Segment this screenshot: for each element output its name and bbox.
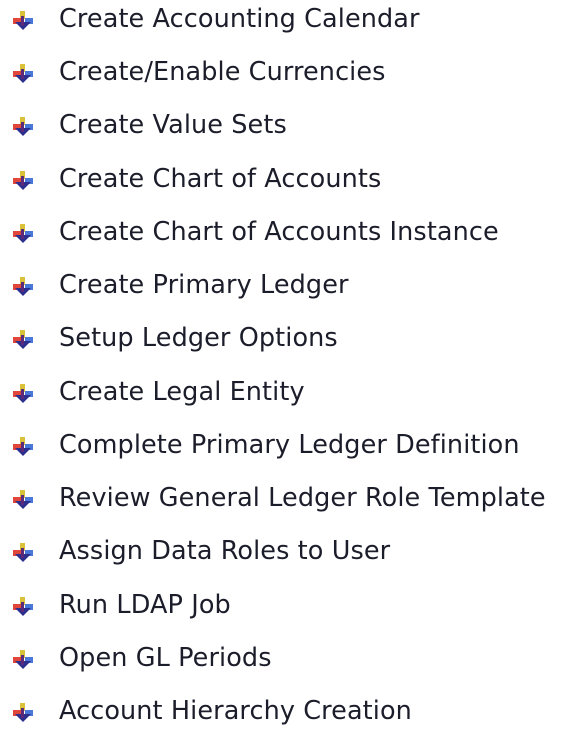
list-item: Run LDAP Job xyxy=(0,580,587,633)
down-arrow-bullet-icon xyxy=(13,383,33,403)
list-item-label: Open GL Periods xyxy=(59,642,272,673)
down-arrow-bullet-icon xyxy=(13,329,33,349)
list-item: Create Primary Ledger xyxy=(0,260,587,313)
list-item: Create Accounting Calendar xyxy=(0,0,587,47)
list-item: Open GL Periods xyxy=(0,633,587,686)
list-item: Create Chart of Accounts Instance xyxy=(0,207,587,260)
list-item-label: Assign Data Roles to User xyxy=(59,535,391,566)
list-item-label: Create Legal Entity xyxy=(59,376,305,407)
list-item-label: Create Chart of Accounts xyxy=(59,163,382,194)
down-arrow-bullet-icon xyxy=(13,276,33,296)
list-item: Create Chart of Accounts xyxy=(0,154,587,207)
list-item-label: Create Value Sets xyxy=(59,109,287,140)
down-arrow-bullet-icon xyxy=(13,170,33,190)
list-item: Complete Primary Ledger Definition xyxy=(0,420,587,473)
list-item-label: Run LDAP Job xyxy=(59,589,231,620)
list-item-label: Complete Primary Ledger Definition xyxy=(59,429,520,460)
list-item: Review General Ledger Role Template xyxy=(0,473,587,526)
list-item-label: Review General Ledger Role Template xyxy=(59,482,546,513)
list-item: Create Value Sets xyxy=(0,100,587,153)
down-arrow-bullet-icon xyxy=(13,649,33,669)
list-item-label: Account Hierarchy Creation xyxy=(59,695,412,726)
down-arrow-bullet-icon xyxy=(13,489,33,509)
list-item-label: Create Chart of Accounts Instance xyxy=(59,216,499,247)
list-item: Setup Ledger Options xyxy=(0,313,587,366)
down-arrow-bullet-icon xyxy=(13,63,33,83)
down-arrow-bullet-icon xyxy=(13,702,33,722)
list-item-label: Setup Ledger Options xyxy=(59,322,338,353)
down-arrow-bullet-icon xyxy=(13,10,33,30)
down-arrow-bullet-icon xyxy=(13,116,33,136)
list-item-label: Create Primary Ledger xyxy=(59,269,349,300)
list-item: Assign Data Roles to User xyxy=(0,526,587,579)
list-item: Create Legal Entity xyxy=(0,367,587,420)
down-arrow-bullet-icon xyxy=(13,596,33,616)
list-item-label: Create/Enable Currencies xyxy=(59,56,386,87)
down-arrow-bullet-icon xyxy=(13,436,33,456)
down-arrow-bullet-icon xyxy=(13,223,33,243)
list-item: Account Hierarchy Creation xyxy=(0,686,587,739)
list-item-label: Create Accounting Calendar xyxy=(59,3,420,34)
down-arrow-bullet-icon xyxy=(13,542,33,562)
list-item: Create/Enable Currencies xyxy=(0,47,587,100)
